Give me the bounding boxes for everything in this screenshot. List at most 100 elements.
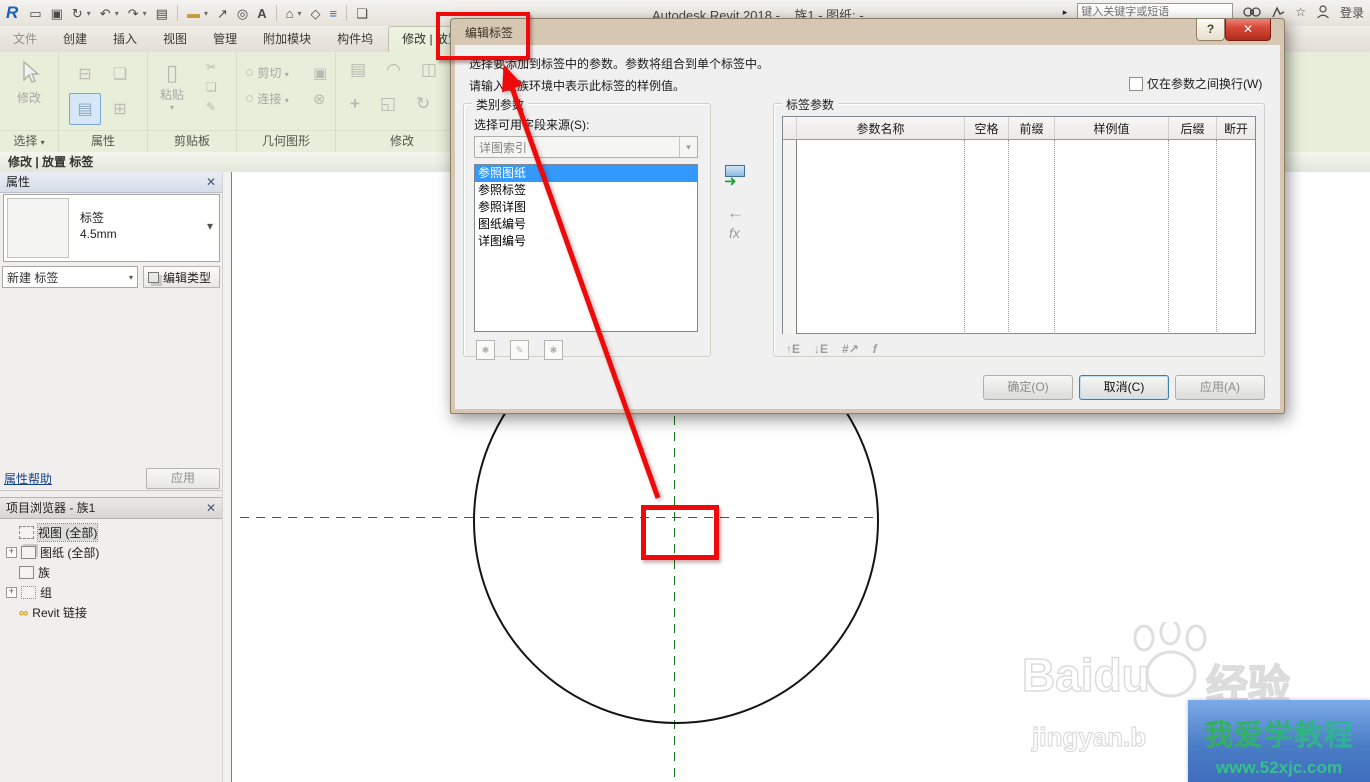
- measure-dropdown-icon[interactable]: ▾: [204, 9, 208, 18]
- modify-cursor-icon[interactable]: [18, 60, 40, 86]
- type-selector-dropdown-icon[interactable]: ▾: [207, 219, 213, 233]
- paste-icon[interactable]: ▯: [166, 60, 178, 85]
- view-dropdown-icon[interactable]: ▾: [297, 9, 301, 18]
- label-parameters-table[interactable]: 参数名称 空格 前缀 样例值 后缀 断开: [782, 116, 1256, 334]
- align-icon[interactable]: ▤: [350, 60, 366, 80]
- rotate-icon[interactable]: ↻: [416, 94, 430, 114]
- fx-button[interactable]: fx: [729, 225, 740, 241]
- binoculars-icon[interactable]: [1243, 6, 1261, 18]
- revit-logo[interactable]: R: [6, 3, 18, 23]
- tree-item-families[interactable]: 族: [0, 562, 222, 582]
- join-geometry-label[interactable]: 连接: [257, 92, 281, 106]
- measure-icon[interactable]: ▬: [187, 7, 200, 20]
- field-source-combo[interactable]: 详图索引 ▾: [474, 136, 698, 158]
- tree-item-revit-links[interactable]: ∞ Revit 链接: [0, 602, 222, 622]
- project-browser-close-icon[interactable]: ✕: [206, 498, 216, 518]
- text-icon[interactable]: A: [257, 7, 266, 20]
- sync-dropdown-icon[interactable]: ▾: [87, 9, 91, 18]
- join-geometry-icon[interactable]: ○: [245, 90, 254, 107]
- match-type-icon[interactable]: ✎: [206, 100, 217, 114]
- properties-help-link[interactable]: 属性帮助: [4, 470, 52, 487]
- wall-opening-icon[interactable]: ▣: [313, 64, 327, 82]
- tab-manage[interactable]: 管理: [200, 27, 250, 52]
- expander-icon[interactable]: +: [6, 547, 17, 558]
- edit-formula-icon[interactable]: f: [873, 342, 877, 356]
- infocenter-caret-icon[interactable]: ▸: [1063, 7, 1068, 18]
- undo-icon[interactable]: ↶: [100, 7, 111, 20]
- renumber-icon[interactable]: #↗: [842, 342, 859, 356]
- cut-geometry-label[interactable]: 剪切: [257, 66, 281, 80]
- dialog-help-button[interactable]: ?: [1196, 19, 1225, 41]
- redo-dropdown-icon[interactable]: ▾: [143, 9, 147, 18]
- family-category-icon[interactable]: ❏: [104, 58, 136, 90]
- dialog-close-button[interactable]: ✕: [1225, 19, 1271, 41]
- apply-button[interactable]: 应用(A): [1175, 375, 1265, 400]
- section-icon[interactable]: ◇: [310, 7, 320, 20]
- communication-center-icon[interactable]: [1271, 6, 1285, 19]
- join-dropdown-icon[interactable]: ▾: [285, 96, 289, 105]
- sync-icon[interactable]: ↻: [72, 7, 83, 20]
- edit-type-button[interactable]: 编辑类型: [143, 266, 220, 288]
- type-selector[interactable]: 标签 4.5mm ▾: [3, 194, 220, 262]
- move-parameter-down-icon[interactable]: ↓E: [814, 342, 828, 356]
- tree-item-views[interactable]: 视图 (全部): [0, 522, 222, 542]
- tab-view[interactable]: 视图: [150, 27, 200, 52]
- wrap-between-parameters-checkbox[interactable]: 仅在参数之间换行(W): [1129, 75, 1262, 92]
- undo-dropdown-icon[interactable]: ▾: [115, 9, 119, 18]
- aligned-dimension-icon[interactable]: ↗: [217, 7, 228, 20]
- family-types-icon[interactable]: ⊟: [69, 58, 101, 90]
- delete-parameter-icon[interactable]: ✱: [544, 340, 563, 360]
- tree-item-groups[interactable]: + 组: [0, 582, 222, 602]
- copy-icon[interactable]: ❏: [206, 80, 217, 94]
- list-item[interactable]: 参照图纸: [475, 165, 697, 182]
- offset-icon[interactable]: ◱: [380, 94, 396, 114]
- combo-dropdown-icon[interactable]: ▾: [679, 137, 697, 157]
- cut-dropdown-icon[interactable]: ▾: [285, 70, 289, 79]
- thin-lines-icon[interactable]: ≡: [329, 7, 337, 20]
- new-parameter-icon[interactable]: ✱: [476, 340, 495, 360]
- expander-icon[interactable]: +: [6, 587, 17, 598]
- ok-button[interactable]: 确定(O): [983, 375, 1073, 400]
- tab-create[interactable]: 创建: [50, 27, 100, 52]
- tag-icon[interactable]: ◎: [237, 7, 248, 20]
- remove-parameter-button[interactable]: ←: [727, 203, 744, 223]
- tab-insert[interactable]: 插入: [100, 27, 150, 52]
- properties-close-icon[interactable]: ✕: [206, 172, 216, 192]
- cut-icon[interactable]: ✂: [206, 60, 217, 74]
- modify-button-label[interactable]: 修改: [0, 89, 58, 106]
- cut-geometry-icon[interactable]: ○: [245, 64, 254, 81]
- add-parameter-to-label-button[interactable]: ➜: [723, 161, 753, 191]
- properties-palette-icon[interactable]: ▤: [69, 93, 101, 125]
- save-icon[interactable]: ▣: [51, 7, 63, 20]
- redo-icon[interactable]: ↷: [128, 7, 139, 20]
- unjoin-geometry-icon[interactable]: ⊗: [313, 90, 326, 108]
- edit-parameter-icon[interactable]: ✎: [510, 340, 529, 360]
- switch-windows-icon[interactable]: ❏: [356, 7, 368, 20]
- tree-item-sheets[interactable]: + 图纸 (全部): [0, 542, 222, 562]
- type-properties-icon[interactable]: ⊞: [104, 93, 136, 125]
- tab-file[interactable]: 文件: [0, 27, 50, 52]
- tab-dock[interactable]: 构件坞: [324, 27, 386, 52]
- open-icon[interactable]: ▭: [29, 7, 41, 20]
- signin-label[interactable]: 登录: [1340, 4, 1364, 21]
- print-icon[interactable]: ▤: [156, 7, 168, 20]
- properties-apply-button[interactable]: 应用: [146, 468, 220, 489]
- favorites-star-icon[interactable]: ☆: [1295, 5, 1306, 19]
- combo-dropdown-icon[interactable]: ▾: [129, 273, 133, 282]
- move-icon[interactable]: +: [350, 94, 360, 114]
- tab-addins[interactable]: 附加模块: [250, 27, 324, 52]
- list-item[interactable]: 图纸编号: [475, 216, 697, 233]
- signin-person-icon[interactable]: [1316, 5, 1330, 19]
- checkbox-icon[interactable]: [1129, 77, 1143, 91]
- cope-icon[interactable]: ◠: [386, 60, 401, 80]
- paste-dropdown-icon[interactable]: ▾: [160, 103, 184, 112]
- move-parameter-up-icon[interactable]: ↑E: [786, 342, 800, 356]
- cancel-button[interactable]: 取消(C): [1079, 375, 1169, 400]
- select-panel-label[interactable]: 选择 ▾: [0, 130, 58, 152]
- split-icon[interactable]: ◫: [421, 60, 437, 80]
- list-item[interactable]: 参照详图: [475, 199, 697, 216]
- new-label-combo[interactable]: 新建 标签 ▾: [2, 266, 138, 288]
- category-fields-list[interactable]: 参照图纸 参照标签 参照详图 图纸编号 详图编号: [474, 164, 698, 332]
- paste-button-label[interactable]: 粘贴: [160, 86, 184, 103]
- list-item[interactable]: 详图编号: [475, 233, 697, 250]
